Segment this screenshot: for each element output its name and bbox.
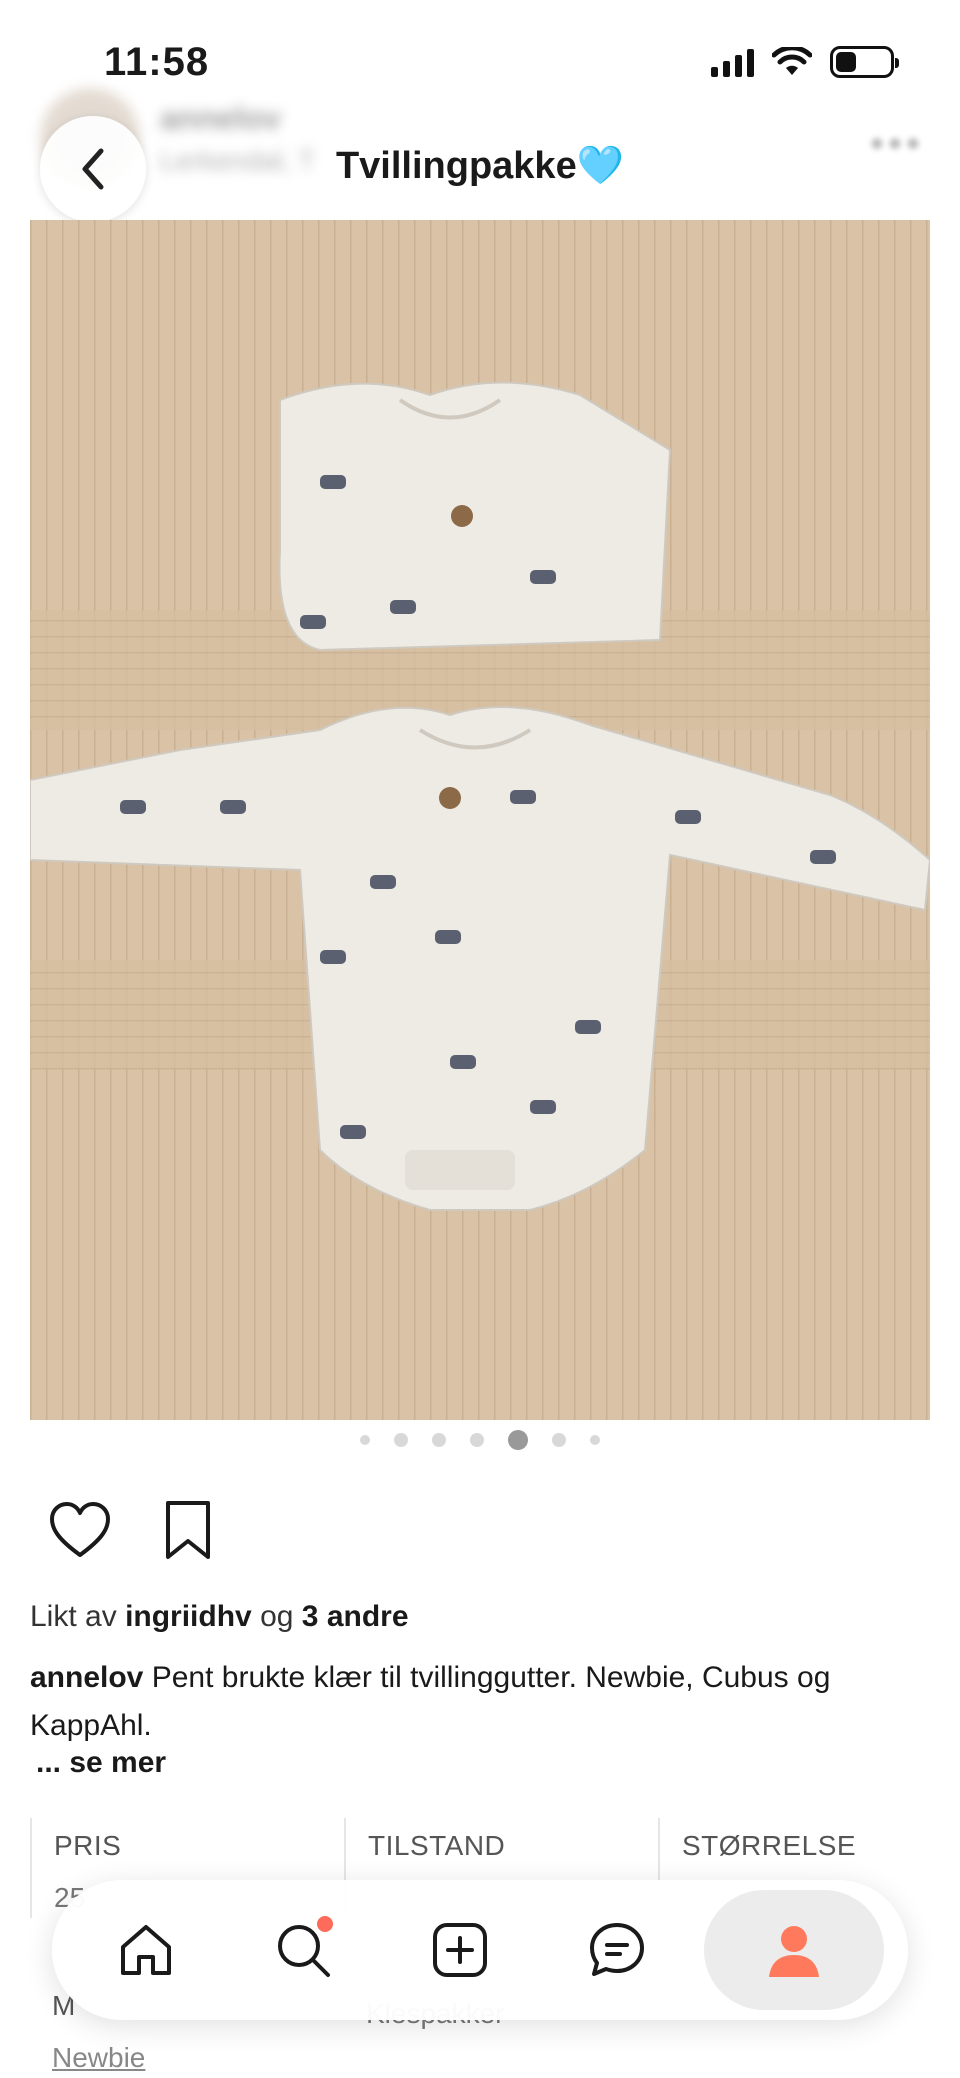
likes-prefix: Likt av	[30, 1600, 117, 1633]
bottom-nav	[52, 1880, 908, 2020]
carousel-dot-active[interactable]	[508, 1430, 528, 1450]
carousel-indicator[interactable]	[0, 1430, 960, 1450]
chat-icon	[589, 1923, 644, 1976]
detail-label: STØRRELSE	[682, 1830, 857, 1861]
status-icons	[711, 46, 899, 78]
seller-username[interactable]: annelov	[160, 100, 315, 137]
detail-label: PRIS	[54, 1830, 122, 1861]
heart-emoji: 🩵	[576, 145, 625, 187]
carousel-dot[interactable]	[394, 1433, 408, 1447]
add-icon	[432, 1923, 487, 1977]
brand-link[interactable]: Newbie	[52, 2042, 330, 2074]
profile-icon	[768, 1926, 819, 1977]
nav-profile[interactable]	[703, 1890, 884, 2010]
signal-icon	[711, 47, 754, 77]
carousel-dot[interactable]	[470, 1433, 484, 1447]
heart-icon	[50, 1502, 110, 1557]
detail-label: TILSTAND	[368, 1830, 506, 1861]
see-more-link[interactable]: ... se mer	[36, 1746, 166, 1780]
listing-title-text: Tvillingpakke	[335, 145, 577, 187]
post-actions	[48, 1498, 220, 1562]
onesies-image	[30, 220, 930, 1420]
carousel-dot[interactable]	[432, 1433, 446, 1447]
nav-messages[interactable]	[547, 1890, 687, 2010]
wifi-icon	[772, 47, 812, 75]
save-button[interactable]	[156, 1498, 220, 1562]
bookmark-icon	[166, 1501, 210, 1559]
listing-title: Tvillingpakke🩵	[0, 144, 960, 188]
battery-icon	[830, 46, 899, 78]
likes-summary[interactable]: Likt av ingriidhv og 3 andre	[30, 1600, 409, 1634]
listing-caption: annelov Pent brukte klær til tvillinggut…	[30, 1654, 930, 1750]
likes-others[interactable]: 3 andre	[302, 1600, 409, 1633]
carousel-dot[interactable]	[552, 1433, 566, 1447]
caption-text: Pent brukte klær til tvillinggutter. New…	[30, 1661, 831, 1742]
home-icon	[121, 1925, 172, 1975]
likes-middle: og	[260, 1600, 294, 1633]
nav-home[interactable]	[76, 1890, 216, 2010]
carousel-dot[interactable]	[360, 1435, 370, 1445]
status-time: 11:58	[104, 40, 210, 84]
liked-by-user[interactable]: ingriidhv	[125, 1600, 252, 1633]
carousel-dot[interactable]	[590, 1435, 600, 1445]
nav-search[interactable]	[233, 1890, 373, 2010]
caption-username[interactable]: annelov	[30, 1661, 143, 1694]
listing-photo[interactable]	[30, 220, 930, 1420]
like-button[interactable]	[48, 1498, 112, 1562]
nav-add[interactable]	[390, 1890, 530, 2010]
